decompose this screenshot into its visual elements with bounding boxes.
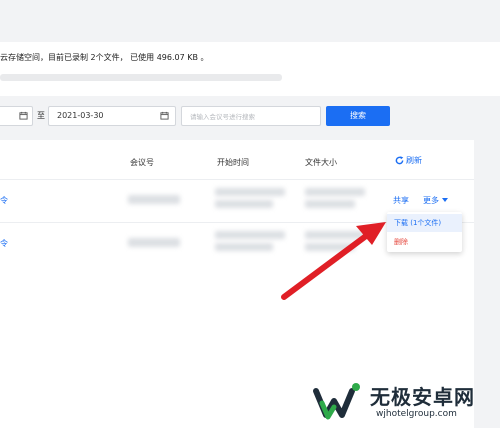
watermark-title: 无极安卓网 xyxy=(370,385,475,409)
watermark-logo xyxy=(313,383,360,420)
watermark: 无极安卓网 wjhotelgroup.com xyxy=(312,377,500,428)
annotation-arrow xyxy=(281,222,386,300)
watermark-url: wjhotelgroup.com xyxy=(376,409,457,419)
